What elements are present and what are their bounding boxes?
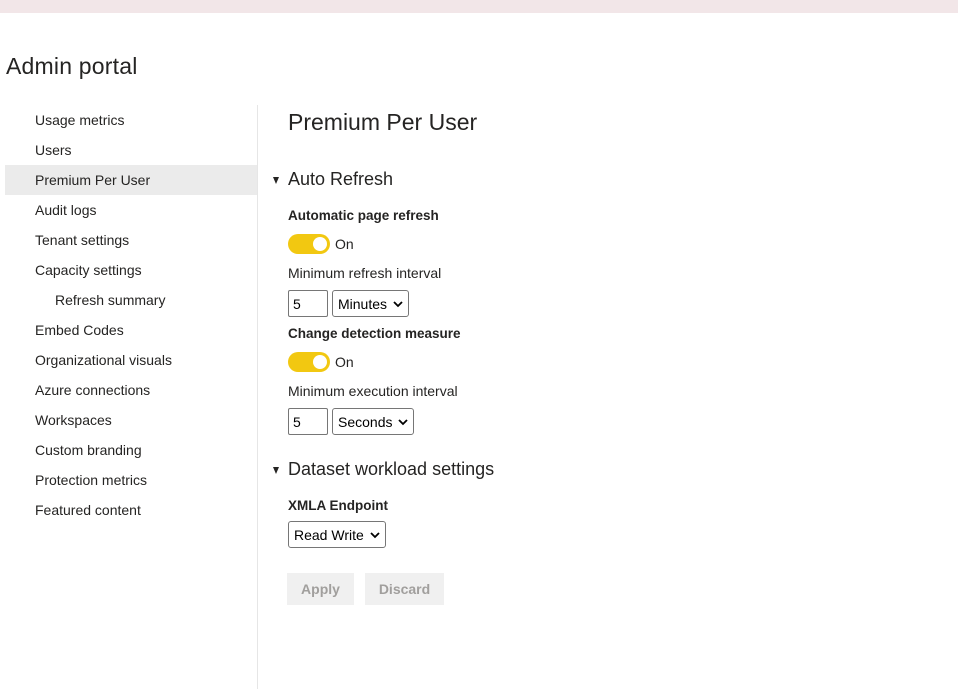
change-detection-toggle-row: On <box>288 352 354 372</box>
chevron-down-icon <box>398 418 409 425</box>
dataset-workload-section-header[interactable]: Dataset workload settings <box>273 459 494 480</box>
refresh-interval-input[interactable] <box>288 290 328 317</box>
execution-interval-input[interactable] <box>288 408 328 435</box>
change-detection-toggle[interactable] <box>288 352 330 372</box>
chevron-down-icon <box>393 300 403 307</box>
sidebar-item-users[interactable]: Users <box>5 135 257 165</box>
refresh-interval-unit-select[interactable]: Minutes <box>332 290 410 317</box>
execution-interval-unit-select[interactable]: Seconds <box>332 408 415 435</box>
sidebar-item-audit-logs[interactable]: Audit logs <box>5 195 257 225</box>
change-detection-measure-label: Change detection measure <box>288 326 461 341</box>
sidebar-item-azure-connections[interactable]: Azure connections <box>5 375 257 405</box>
section-title: Auto Refresh <box>288 169 394 189</box>
sidebar-item-tenant-settings[interactable]: Tenant settings <box>5 225 257 255</box>
select-value: Seconds <box>338 413 393 430</box>
sidebar-item-usage-metrics[interactable]: Usage metrics <box>5 105 257 135</box>
sidebar-item-workspaces[interactable]: Workspaces <box>5 405 257 435</box>
section-title: Dataset workload settings <box>288 459 495 479</box>
apply-button[interactable]: Apply <box>287 573 354 605</box>
automatic-page-refresh-toggle[interactable] <box>288 234 330 254</box>
sidebar-item-organizational-visuals[interactable]: Organizational visuals <box>5 345 257 375</box>
sidebar-item-premium-per-user[interactable]: Premium Per User <box>5 165 257 195</box>
sidebar-item-protection-metrics[interactable]: Protection metrics <box>5 465 257 495</box>
sidebar-nav: Usage metrics Users Premium Per User Aud… <box>5 105 257 525</box>
discard-button[interactable]: Discard <box>365 573 444 605</box>
toggle-state-text: On <box>335 236 354 252</box>
sidebar-item-featured-content[interactable]: Featured content <box>5 495 257 525</box>
automatic-page-refresh-label: Automatic page refresh <box>288 208 439 223</box>
select-value: Read Write <box>294 526 364 543</box>
collapse-triangle-icon <box>273 176 279 184</box>
sidebar-item-refresh-summary[interactable]: Refresh summary <box>5 285 257 315</box>
collapse-triangle-icon <box>273 466 279 474</box>
minimum-refresh-interval-label: Minimum refresh interval <box>288 265 442 281</box>
chevron-down-icon <box>370 531 380 538</box>
page-title: Premium Per User <box>288 109 478 135</box>
select-value: Minutes <box>338 295 388 312</box>
xmla-endpoint-select[interactable]: Read Write <box>288 521 386 548</box>
xmla-endpoint-row: Read Write <box>288 521 386 548</box>
sidebar-item-capacity-settings[interactable]: Capacity settings <box>5 255 257 285</box>
execution-interval-row: Seconds <box>288 408 415 435</box>
portal-title: Admin portal <box>6 53 138 79</box>
automatic-page-refresh-toggle-row: On <box>288 234 354 254</box>
minimum-execution-interval-label: Minimum execution interval <box>288 383 458 399</box>
toggle-knob <box>313 355 327 369</box>
toggle-knob <box>313 237 327 251</box>
auto-refresh-section-header[interactable]: Auto Refresh <box>273 169 393 190</box>
sidebar-item-embed-codes[interactable]: Embed Codes <box>5 315 257 345</box>
refresh-interval-row: Minutes <box>288 290 410 317</box>
sidebar-divider <box>257 105 258 689</box>
sidebar-item-custom-branding[interactable]: Custom branding <box>5 435 257 465</box>
xmla-endpoint-label: XMLA Endpoint <box>288 498 388 513</box>
main-content: Premium Per User Auto Refresh Automatic … <box>273 0 948 689</box>
toggle-state-text: On <box>335 354 354 370</box>
